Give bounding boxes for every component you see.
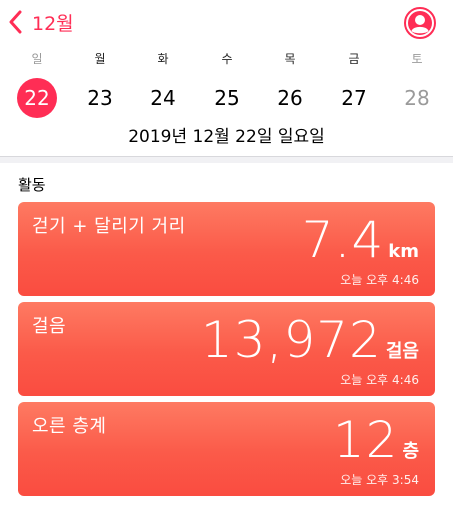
card-unit: 층 <box>402 441 419 462</box>
date-cell-selected[interactable]: 22 <box>17 78 57 118</box>
weekday-label: 금 <box>348 52 360 66</box>
steps-card[interactable]: 걸음 13,972 걸음 오늘 오후 4:46 <box>18 302 435 396</box>
card-value-group: 13,972 걸음 <box>201 310 419 370</box>
profile-button[interactable] <box>404 7 436 39</box>
week-date-strip: 22 23 24 25 26 27 28 <box>0 78 453 118</box>
flights-climbed-card[interactable]: 오른 층계 12 층 오늘 오후 3:54 <box>18 402 435 496</box>
back-label: 12월 <box>32 12 74 35</box>
date-cell[interactable]: 26 <box>270 78 310 118</box>
card-title: 걷기 + 달리기 거리 <box>32 216 186 237</box>
date-cell[interactable]: 23 <box>80 78 120 118</box>
card-timestamp: 오늘 오후 3:54 <box>340 473 419 487</box>
card-title: 오른 층계 <box>32 416 107 437</box>
chevron-left-icon <box>8 8 28 36</box>
weekday-header: 일 월 화 수 목 금 토 <box>0 50 453 70</box>
person-icon <box>408 11 432 35</box>
weekday-label: 수 <box>221 52 233 66</box>
weekday-label: 화 <box>157 52 169 66</box>
card-value: 7.4 <box>301 211 385 269</box>
weekday-label: 일 <box>31 52 43 66</box>
card-unit: 걸음 <box>385 341 419 362</box>
selected-date-title: 2019년 12월 22일 일요일 <box>128 127 325 147</box>
date-cell[interactable]: 25 <box>207 78 247 118</box>
weekday-label: 월 <box>94 52 106 66</box>
navigation-bar: 12월 <box>0 0 453 44</box>
date-cell[interactable]: 24 <box>143 78 183 118</box>
date-cell[interactable]: 28 <box>397 78 437 118</box>
card-timestamp: 오늘 오후 4:46 <box>340 273 419 287</box>
weekday-label: 토 <box>411 52 423 66</box>
card-value-group: 12 층 <box>333 410 419 470</box>
weekday-label: 목 <box>284 52 296 66</box>
section-divider <box>0 156 453 163</box>
card-title: 걸음 <box>32 316 67 337</box>
date-cell[interactable]: 27 <box>334 78 374 118</box>
back-button[interactable]: 12월 <box>8 8 74 36</box>
section-title-activity: 활동 <box>18 176 46 194</box>
card-timestamp: 오늘 오후 4:46 <box>340 373 419 387</box>
card-value: 12 <box>332 411 399 469</box>
walking-running-distance-card[interactable]: 걷기 + 달리기 거리 7.4 km 오늘 오후 4:46 <box>18 202 435 296</box>
card-value-group: 7.4 km <box>302 210 419 270</box>
card-unit: km <box>388 241 419 262</box>
card-value: 13,972 <box>200 311 382 369</box>
